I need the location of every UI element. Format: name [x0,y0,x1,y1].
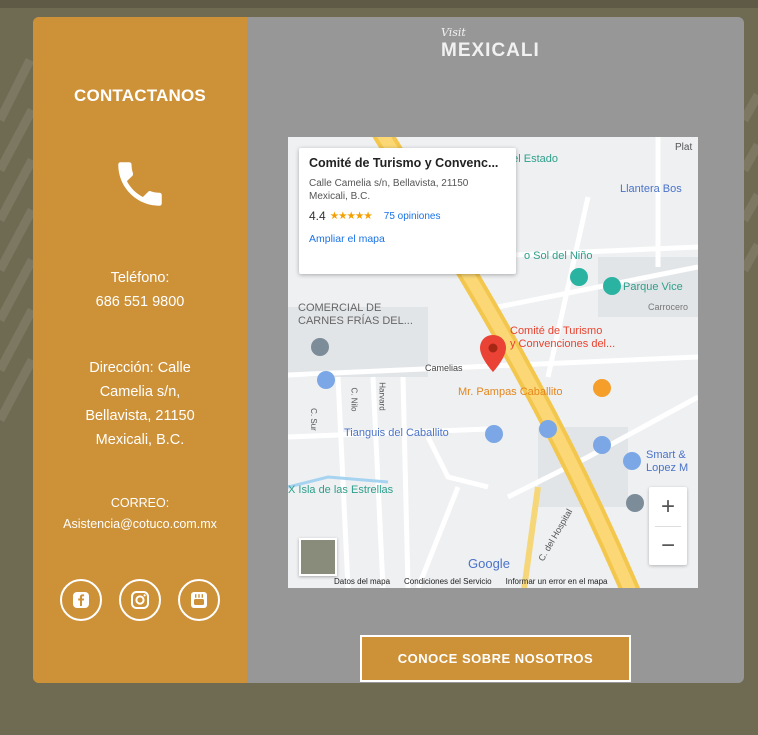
zoom-out-button[interactable]: − [649,526,687,565]
logo-big-text: MEXICALI [441,40,540,61]
map-label: C. Sur [308,408,318,431]
zoom-in-button[interactable]: + [649,487,687,526]
email-info: CORREO: Asistencia@cotuco.com.mx [33,493,247,535]
contact-card: CONTACTANOS Teléfono: 686 551 9800 Direc… [33,17,744,683]
map-label: Camelias [425,363,463,373]
address-line: Dirección: Calle [89,360,191,376]
visit-mexicali-logo: Visit MEXICALI [441,26,555,66]
youtube-icon[interactable] [178,579,220,621]
map-label: Llantera Bos [620,183,682,195]
contact-title: CONTACTANOS [74,86,206,105]
instagram-icon[interactable] [119,579,161,621]
zoom-divider [655,526,681,527]
terms-link[interactable]: Condiciones del Servicio [404,577,492,586]
contact-sidebar: CONTACTANOS Teléfono: 686 551 9800 Direc… [33,17,247,683]
place-address: Calle Camelia s/n, Bellavista, 21150 Mex… [309,178,469,202]
phone-info: Teléfono: 686 551 9800 [33,266,247,314]
address-line: Mexicali, B.C. [95,432,185,448]
map-label: Smart & Lopez M [646,449,689,474]
phone-label: Teléfono: [110,270,170,286]
map-info-window: Comité de Turismo y Convenc... Calle Cam… [299,148,516,274]
zoom-controls: + − [649,487,687,565]
social-links [60,579,220,621]
email-label: CORREO: [110,496,170,510]
about-us-button[interactable]: CONOCE SOBRE NOSOTROS [360,635,631,682]
map-footer: Datos del mapa Condiciones del Servicio … [334,575,698,588]
map-data-link[interactable]: Datos del mapa [334,577,390,586]
map-label: Comité de Turismo y Convenciones del... [510,325,616,350]
logo-small-text: Visit [441,26,466,39]
phone-number[interactable]: 686 551 9800 [33,290,247,314]
google-logo: Google [468,556,510,571]
map-label: Tianguis del Caballito [344,427,449,439]
satellite-toggle[interactable] [299,538,337,576]
rating-stars: ★★★★★ [329,210,373,222]
place-rating: 4.4 ★★★★★ 75 opiniones [309,209,506,223]
bottom-strip [0,706,758,735]
email-link[interactable]: Asistencia@cotuco.com.mx [33,514,247,535]
map-label: Carrocero [648,302,689,312]
reviews-link[interactable]: 75 opiniones [384,211,441,222]
rating-value: 4.4 [309,209,326,223]
map-label: C. Nilo [349,387,359,412]
address-line: Camelia s/n, [99,384,181,400]
address-line: Bellavista, 21150 [85,408,195,424]
map-label: Parque Vice [623,281,683,293]
place-title: Comité de Turismo y Convenc... [309,156,499,170]
map-label: Mr. Pampas Caballito [458,386,563,398]
phone-icon [118,162,162,206]
map-label: o Sol del Niño [524,250,593,262]
map-label: Plat [675,142,693,153]
map-label: X Isla de las Estrellas [288,484,394,496]
address-info: Dirección: Calle Camelia s/n, Bellavista… [33,356,247,452]
top-frame [0,0,758,8]
report-error-link[interactable]: Informar un error en el mapa [506,577,608,586]
embedded-map[interactable]: del Estado Plat Llantera Bos o Sol del N… [288,137,698,588]
map-label: COMERCIAL DE CARNES FRÍAS DEL... [298,302,413,327]
facebook-icon[interactable] [60,579,102,621]
enlarge-map-link[interactable]: Ampliar el mapa [309,233,506,245]
map-label: Harvard [377,382,387,411]
